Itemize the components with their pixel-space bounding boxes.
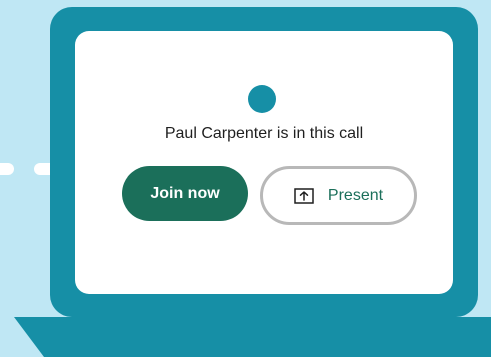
laptop-bezel: Paul Carpenter is in this call Join now … <box>50 7 478 317</box>
decorative-dash <box>0 163 14 175</box>
call-status-text: Paul Carpenter is in this call <box>164 125 364 142</box>
present-button[interactable]: Present <box>260 166 417 225</box>
call-preview-screen: Paul Carpenter is in this call Join now … <box>75 31 453 294</box>
participant-avatar <box>248 85 276 113</box>
present-label: Present <box>327 186 384 204</box>
laptop-base <box>14 317 491 357</box>
present-upload-icon <box>294 187 314 204</box>
join-now-button[interactable]: Join now <box>122 166 248 221</box>
